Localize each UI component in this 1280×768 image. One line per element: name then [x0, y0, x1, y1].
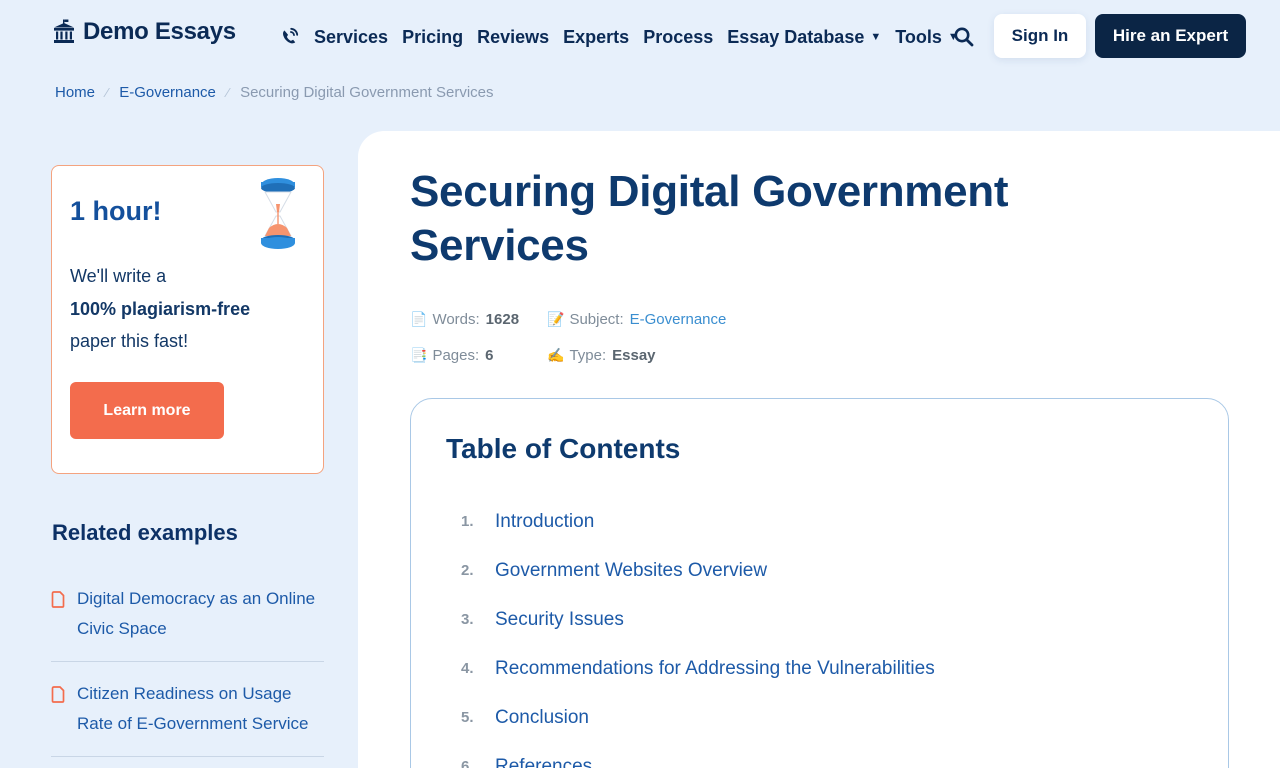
learn-more-button[interactable]: Learn more	[70, 382, 224, 439]
toc-number: 4.	[461, 660, 474, 677]
related-link[interactable]: Citizen Readiness on Usage Rate of E-Gov…	[77, 679, 324, 739]
meta-pages-value: 6	[485, 347, 494, 364]
meta-type: ✍️ Type: Essay	[547, 347, 656, 364]
toc-heading: Table of Contents	[446, 433, 681, 464]
meta-pages-label: Pages:	[432, 347, 480, 364]
toc-link[interactable]: Introduction	[495, 511, 594, 533]
promo-line-3: paper this fast!	[70, 331, 189, 351]
memo-icon: 📝	[547, 311, 565, 327]
nav-pricing[interactable]: Pricing	[402, 27, 463, 48]
promo-line-2: 100% plagiarism-free	[70, 298, 251, 319]
related-examples-heading: Related examples	[52, 520, 238, 545]
toc-item: 5. Conclusion	[461, 693, 935, 742]
meta-type-value: Essay	[612, 347, 656, 364]
hourglass-icon	[261, 178, 295, 249]
related-link[interactable]: Digital Democracy as an Online Civic Spa…	[77, 584, 324, 644]
toc-link[interactable]: Security Issues	[495, 609, 624, 631]
document-icon	[51, 591, 65, 608]
page-icon: 📄	[410, 311, 428, 327]
list-item: Citizen Readiness on Usage Rate of E-Gov…	[51, 679, 324, 757]
nav-essay-database-label: Essay Database	[727, 26, 865, 47]
table-of-contents: Table of Contents 1. Introduction 2. Gov…	[410, 398, 1229, 768]
toc-number: 5.	[461, 709, 474, 726]
toc-number: 1.	[461, 513, 474, 530]
toc-list: 1. Introduction 2. Government Websites O…	[461, 497, 935, 768]
breadcrumb-current: Securing Digital Government Services	[240, 84, 494, 101]
toc-link[interactable]: Government Websites Overview	[495, 560, 767, 582]
site-header: Demo Essays Services Pricing Reviews Exp…	[0, 0, 1280, 72]
toc-number: 3.	[461, 611, 474, 628]
promo-title: 1 hour!	[70, 196, 162, 226]
breadcrumb-category[interactable]: E-Governance	[119, 84, 216, 101]
brand-name: Demo Essays	[83, 18, 236, 45]
nav-process[interactable]: Process	[643, 27, 713, 48]
toc-number: 6.	[461, 758, 474, 768]
nav-essay-database-dropdown[interactable]: Essay Database ▼	[727, 27, 881, 48]
meta-pages: 📑 Pages: 6	[410, 347, 547, 364]
meta-row-1: 📄 Words: 1628 📝 Subject: E-Governance	[410, 311, 726, 328]
nav-reviews[interactable]: Reviews	[477, 27, 549, 48]
toc-item: 1. Introduction	[461, 497, 935, 546]
toc-item: 3. Security Issues	[461, 595, 935, 644]
nav-experts[interactable]: Experts	[563, 27, 629, 48]
meta-type-label: Type:	[569, 347, 607, 364]
phone-icon[interactable]	[278, 26, 300, 48]
article-panel: Securing Digital Government Services 📄 W…	[358, 131, 1280, 768]
list-item: Digital Democracy as an Online Civic Spa…	[51, 584, 324, 662]
breadcrumb-separator: ⁄	[106, 85, 109, 100]
chevron-down-icon: ▼	[870, 31, 882, 43]
meta-subject-link[interactable]: E-Governance	[630, 311, 727, 328]
hire-expert-button[interactable]: Hire an Expert	[1095, 14, 1246, 58]
toc-item: 4. Recommendations for Addressing the Vu…	[461, 644, 935, 693]
writing-hand-icon: ✍️	[547, 347, 565, 363]
meta-words-label: Words:	[432, 311, 480, 328]
toc-link[interactable]: Conclusion	[495, 707, 589, 729]
promo-text: We'll write a 100% plagiarism-free paper…	[70, 260, 310, 358]
toc-item: 2. Government Websites Overview	[461, 546, 935, 595]
nav-tools-label: Tools	[895, 26, 942, 47]
page-title: Securing Digital Government Services	[410, 167, 1009, 270]
nav-services[interactable]: Services	[314, 27, 388, 48]
main-nav: Services Pricing Reviews Experts Process…	[278, 26, 973, 48]
breadcrumb-home[interactable]: Home	[55, 84, 95, 101]
document-icon	[51, 686, 65, 703]
toc-number: 2.	[461, 562, 474, 579]
breadcrumb-separator: ⁄	[226, 85, 230, 100]
promo-line-1: We'll write a	[70, 266, 167, 286]
meta-subject: 📝 Subject: E-Governance	[547, 311, 726, 328]
toc-link[interactable]: References	[495, 756, 592, 768]
search-icon[interactable]	[953, 26, 975, 48]
meta-row-2: 📑 Pages: 6 ✍️ Type: Essay	[410, 347, 656, 364]
sign-in-button[interactable]: Sign In	[994, 14, 1086, 58]
toc-link[interactable]: Recommendations for Addressing the Vulne…	[495, 658, 935, 680]
promo-card: 1 hour! We'll write a 100% plagiarism-fr…	[51, 165, 324, 474]
toc-item: 6. References	[461, 742, 935, 768]
meta-subject-label: Subject:	[569, 311, 624, 328]
breadcrumb: Home ⁄ E-Governance ⁄ Securing Digital G…	[55, 84, 494, 101]
nav-tools-dropdown[interactable]: Tools ▼	[895, 27, 959, 48]
brand-logo[interactable]: Demo Essays	[51, 18, 236, 46]
bookmark-tabs-icon: 📑	[410, 347, 428, 363]
meta-words-value: 1628	[485, 311, 520, 328]
meta-words: 📄 Words: 1628	[410, 311, 547, 328]
bank-building-icon	[54, 19, 74, 43]
related-examples-list: Digital Democracy as an Online Civic Spa…	[51, 584, 324, 768]
